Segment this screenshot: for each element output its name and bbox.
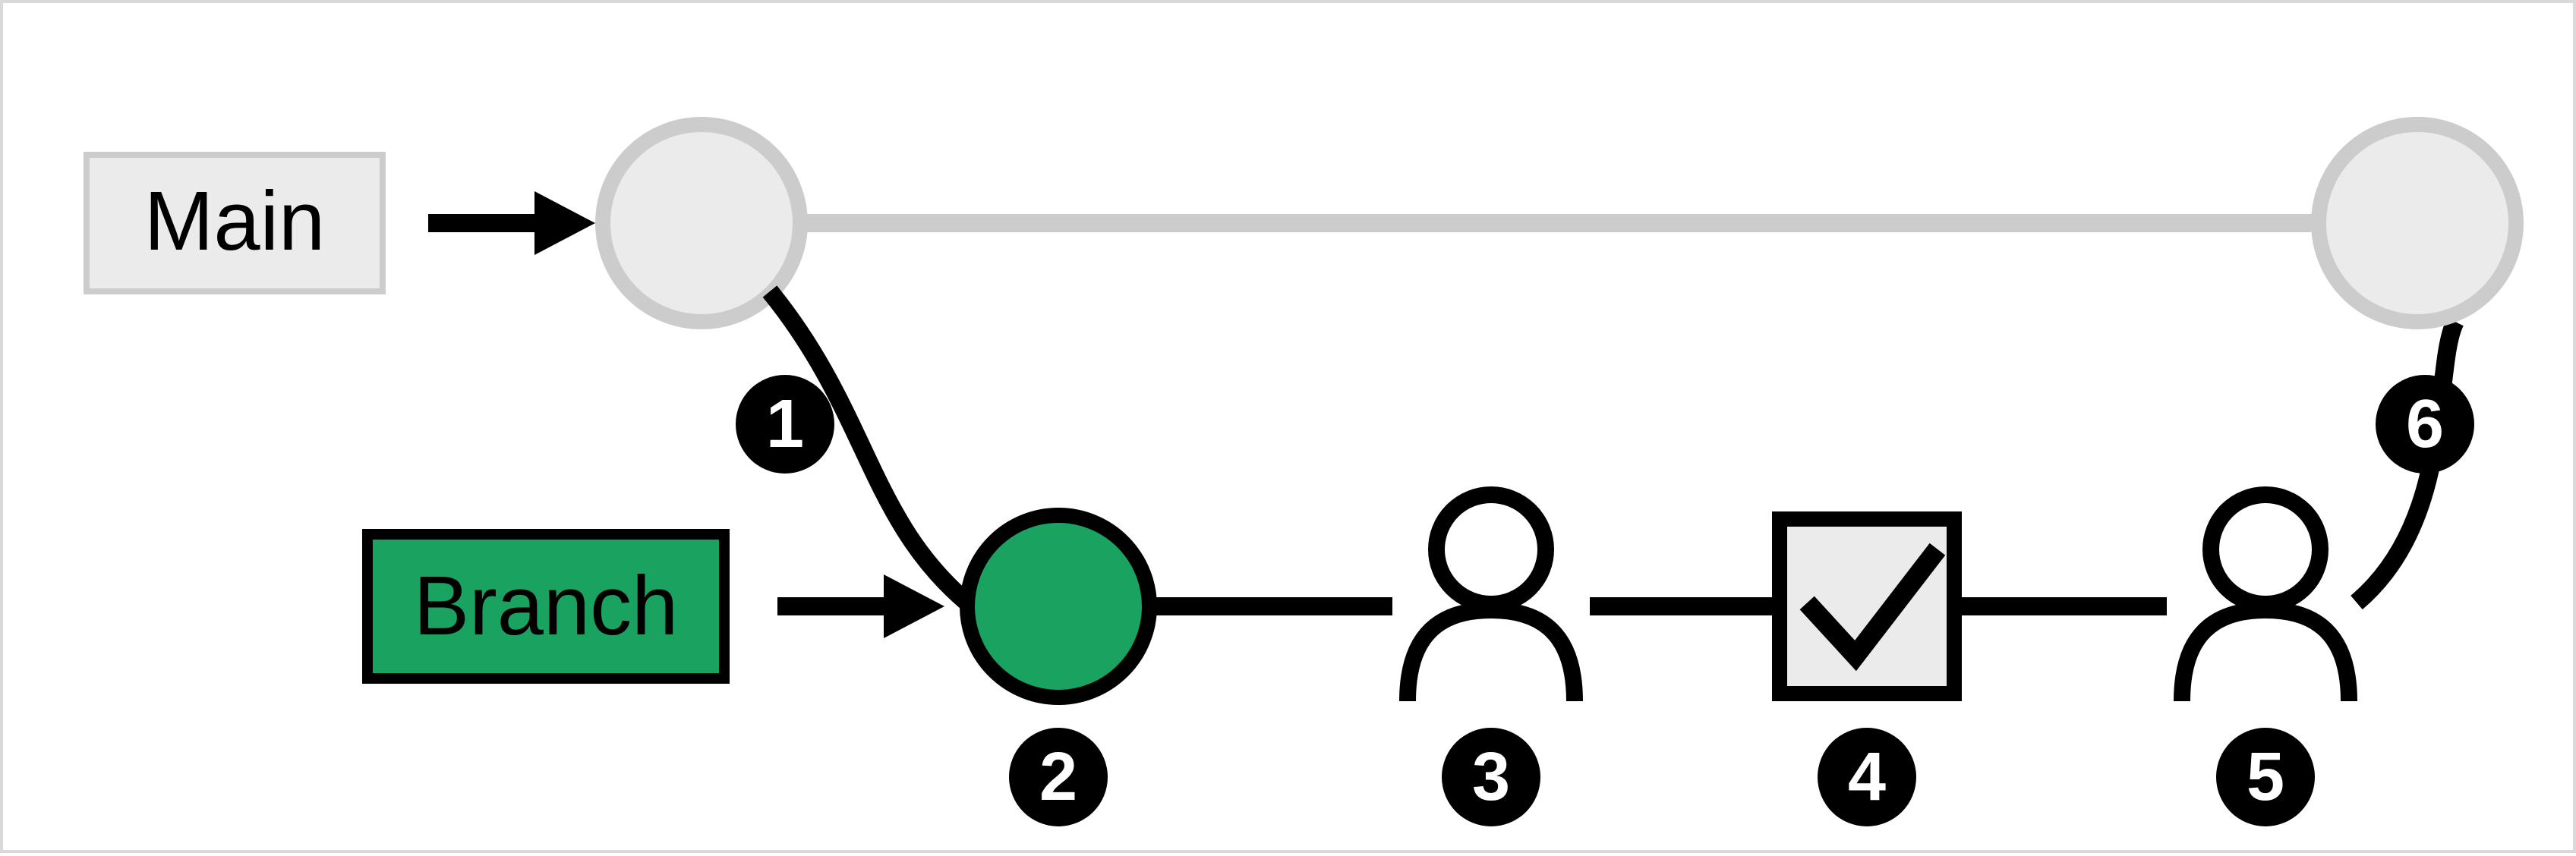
- svg-text:4: 4: [1848, 739, 1886, 815]
- step-badge-6: 6: [2376, 375, 2474, 474]
- step-badge-1: 1: [736, 375, 834, 474]
- branch-commit-node: [967, 515, 1149, 697]
- step-badge-4: 4: [1818, 728, 1916, 826]
- check-icon: [1780, 519, 1954, 694]
- svg-text:1: 1: [766, 386, 804, 462]
- git-flow-diagram: Main Branch 1: [3, 3, 2576, 856]
- branch-label: Branch: [367, 534, 724, 678]
- svg-text:3: 3: [1472, 739, 1510, 815]
- reviewer-icon-1: [1408, 495, 1575, 701]
- reviewer-icon-2: [2182, 495, 2349, 701]
- svg-text:6: 6: [2406, 386, 2444, 462]
- step-badge-2: 2: [1009, 728, 1108, 826]
- step-badge-5: 5: [2216, 728, 2315, 826]
- svg-text:5: 5: [2247, 739, 2284, 815]
- branch-label-text: Branch: [414, 559, 679, 653]
- step-badge-3: 3: [1442, 728, 1540, 826]
- diagram-frame: Main Branch 1: [0, 0, 2576, 853]
- main-label: Main: [87, 155, 383, 291]
- main-end-node: [2319, 124, 2516, 322]
- main-label-text: Main: [144, 175, 325, 268]
- svg-text:2: 2: [1039, 739, 1077, 815]
- main-arrow: [428, 191, 595, 255]
- branch-arrow: [777, 574, 944, 638]
